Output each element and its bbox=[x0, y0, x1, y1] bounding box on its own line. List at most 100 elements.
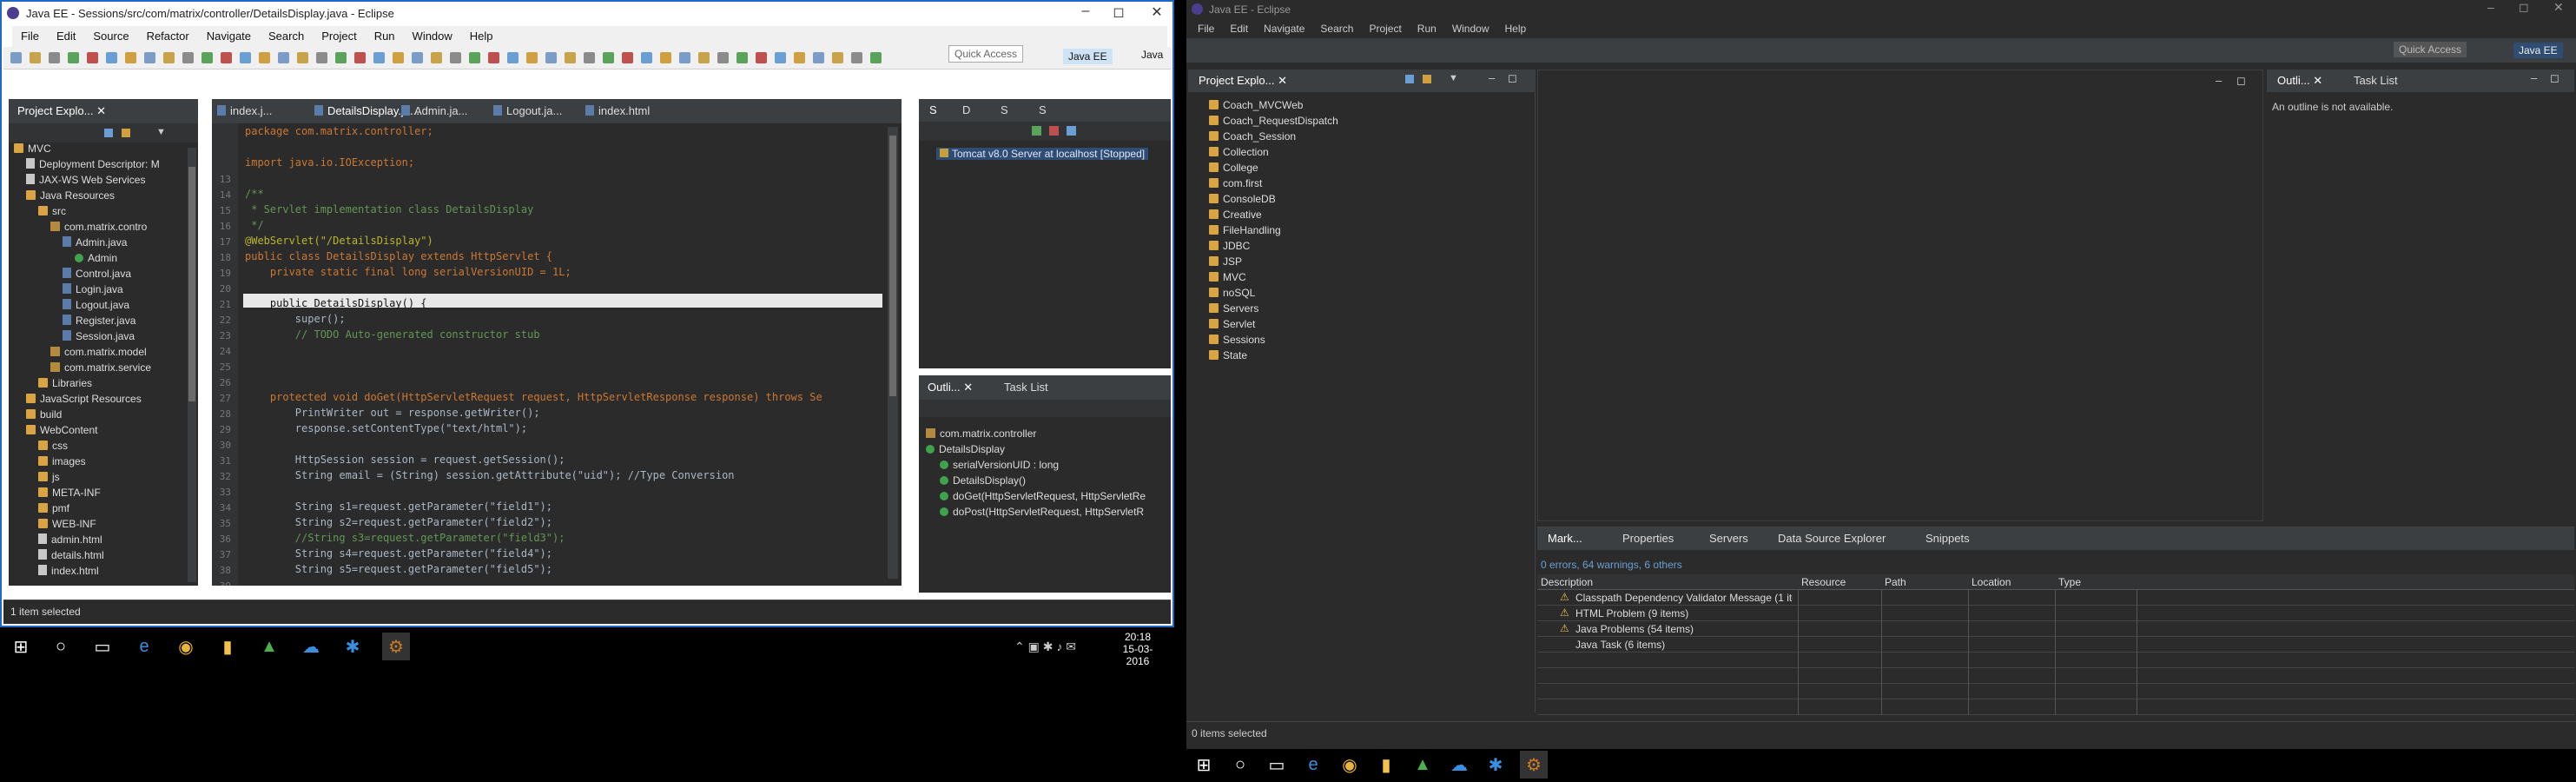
menu-project[interactable]: Project bbox=[313, 26, 365, 47]
menu-search[interactable]: Search bbox=[1312, 19, 1361, 38]
tab-project-explorer[interactable]: Project Explo... ✕ bbox=[1193, 74, 1292, 88]
tree-item[interactable]: JavaScript Resources bbox=[26, 393, 142, 405]
close-icon[interactable]: ✕ bbox=[1139, 3, 1174, 21]
table-row[interactable]: ⚠ Java Problems (54 items) bbox=[1537, 621, 2574, 637]
menu-project[interactable]: Project bbox=[1361, 19, 1409, 38]
minimize-view-icon[interactable]: – bbox=[1489, 71, 1495, 84]
toolbar-icon[interactable] bbox=[813, 52, 824, 63]
tree-item[interactable]: pmf bbox=[38, 502, 69, 514]
editor-tab-index-html[interactable]: index.html bbox=[585, 104, 650, 117]
tree-item[interactable]: com.matrix.contro bbox=[50, 221, 147, 233]
bottom-tab-snippets[interactable]: Snippets bbox=[1925, 532, 1970, 545]
toolbar-icon[interactable] bbox=[622, 52, 633, 63]
toolbar-icon[interactable] bbox=[870, 52, 882, 63]
toolbar-icon[interactable] bbox=[641, 52, 652, 63]
outline-item[interactable]: serialVersionUID : long bbox=[940, 459, 1059, 471]
close-icon[interactable]: ✕ bbox=[963, 381, 973, 394]
toolbar-icon[interactable] bbox=[259, 52, 270, 63]
close-icon[interactable]: ✕ bbox=[2553, 0, 2564, 15]
toolbar-icon[interactable] bbox=[756, 52, 767, 63]
tree-item[interactable]: WEB-INF bbox=[38, 518, 96, 530]
tree-item[interactable]: Control.java bbox=[63, 268, 131, 280]
file-explorer-icon[interactable]: ▮ bbox=[215, 634, 240, 659]
toolbar-icon[interactable] bbox=[832, 52, 843, 63]
toolbar-icon[interactable] bbox=[584, 52, 595, 63]
link-editor-icon[interactable] bbox=[1423, 75, 1431, 83]
start-server-icon[interactable] bbox=[1032, 126, 1041, 136]
project-jdbc[interactable]: JDBC bbox=[1209, 240, 1250, 252]
tree-item[interactable]: admin.html bbox=[38, 533, 102, 546]
maximize-view-icon[interactable]: ◻ bbox=[2550, 71, 2559, 85]
close-icon[interactable]: ✕ bbox=[96, 104, 106, 117]
view-menu-icon[interactable]: ▼ bbox=[1449, 73, 1458, 83]
column-header-description[interactable]: Description bbox=[1541, 576, 1593, 588]
toolbar-icon[interactable] bbox=[488, 52, 499, 63]
tree-item[interactable]: js bbox=[38, 471, 60, 483]
toolbar-icon[interactable] bbox=[316, 52, 327, 63]
project-com-first[interactable]: com.first bbox=[1209, 177, 1262, 189]
toolbar-icon[interactable] bbox=[393, 52, 404, 63]
table-row[interactable] bbox=[1537, 684, 2574, 699]
tab-project-explorer[interactable]: Project Explo... ✕ bbox=[12, 104, 111, 118]
menu-source[interactable]: Source bbox=[84, 26, 137, 47]
code-area[interactable]: package com.matrix.controller; import jav… bbox=[212, 125, 882, 586]
menu-refactor[interactable]: Refactor bbox=[138, 26, 198, 47]
table-row[interactable]: ⚠ HTML Problem (9 items) bbox=[1537, 606, 2574, 621]
column-header-path[interactable]: Path bbox=[1885, 576, 1906, 588]
tab-task-list[interactable]: Task List bbox=[2354, 74, 2398, 87]
toolbar-icon[interactable] bbox=[240, 52, 251, 63]
search-icon[interactable]: ○ bbox=[1228, 752, 1252, 777]
project-collection[interactable]: Collection bbox=[1209, 146, 1269, 158]
project-creative[interactable]: Creative bbox=[1209, 209, 1262, 221]
tab-outline[interactable]: Outli... ✕ bbox=[2272, 74, 2328, 88]
menu-search[interactable]: Search bbox=[260, 26, 313, 47]
column-header-location[interactable]: Location bbox=[1972, 576, 2011, 588]
project-nosql[interactable]: noSQL bbox=[1209, 287, 1255, 299]
toolbar-icon[interactable] bbox=[278, 52, 289, 63]
toolbar-icon[interactable] bbox=[297, 52, 308, 63]
tab-outline[interactable]: Outli... ✕ bbox=[922, 381, 979, 394]
servers-tab-0[interactable]: S bbox=[924, 103, 942, 116]
editor-scrollbar[interactable] bbox=[888, 127, 898, 579]
tree-item[interactable]: Login.java bbox=[63, 283, 123, 295]
tree-item[interactable]: details.html bbox=[38, 549, 104, 561]
minimize-icon[interactable]: – bbox=[2487, 0, 2494, 14]
toolbar-icon[interactable] bbox=[450, 52, 461, 63]
tree-item[interactable]: Libraries bbox=[38, 377, 92, 389]
perspective-java[interactable]: Java bbox=[1141, 49, 1163, 61]
tree-scrollbar[interactable] bbox=[188, 148, 196, 582]
project-coach-session[interactable]: Coach_Session bbox=[1209, 130, 1296, 142]
toolbar-icon[interactable] bbox=[431, 52, 442, 63]
tree-item[interactable]: JAX-WS Web Services bbox=[26, 174, 145, 186]
toolbar-icon[interactable] bbox=[49, 52, 60, 63]
toolbar-icon[interactable] bbox=[469, 52, 480, 63]
table-row[interactable] bbox=[1537, 668, 2574, 684]
project-servlet[interactable]: Servlet bbox=[1209, 318, 1255, 330]
menu-file[interactable]: File bbox=[1190, 19, 1222, 38]
bottom-tab-data-source-explorer[interactable]: Data Source Explorer bbox=[1778, 532, 1886, 545]
menu-edit[interactable]: Edit bbox=[48, 26, 84, 47]
menu-edit[interactable]: Edit bbox=[1222, 19, 1256, 38]
column-header-type[interactable]: Type bbox=[2058, 576, 2081, 588]
chrome-icon[interactable]: ◉ bbox=[174, 634, 198, 659]
toolbar-icon[interactable] bbox=[87, 52, 98, 63]
project-coach-requestdispatch[interactable]: Coach_RequestDispatch bbox=[1209, 115, 1338, 127]
menu-navigate[interactable]: Navigate bbox=[198, 26, 260, 47]
project-servers[interactable]: Servers bbox=[1209, 302, 1258, 315]
project-state[interactable]: State bbox=[1209, 349, 1247, 361]
chrome-icon[interactable]: ◉ bbox=[1338, 752, 1362, 777]
project-jsp[interactable]: JSP bbox=[1209, 255, 1242, 268]
menu-navigate[interactable]: Navigate bbox=[1256, 19, 1312, 38]
bluetooth-icon[interactable]: ✱ bbox=[1483, 752, 1508, 777]
toolbar-icon[interactable] bbox=[163, 52, 175, 63]
toolbar-icon[interactable] bbox=[565, 52, 576, 63]
toolbar-icon[interactable] bbox=[106, 52, 117, 63]
quick-access-field[interactable]: Quick Access bbox=[948, 45, 1024, 63]
tree-item[interactable]: Admin.java bbox=[63, 236, 127, 249]
tree-item[interactable]: META-INF bbox=[38, 487, 101, 499]
project-college[interactable]: College bbox=[1209, 162, 1258, 174]
minimize-icon[interactable]: – bbox=[1068, 3, 1103, 19]
menu-help[interactable]: Help bbox=[461, 26, 502, 47]
table-row[interactable] bbox=[1537, 653, 2574, 668]
title-bar[interactable]: Java EE - Sessions/src/com/matrix/contro… bbox=[0, 0, 1174, 28]
